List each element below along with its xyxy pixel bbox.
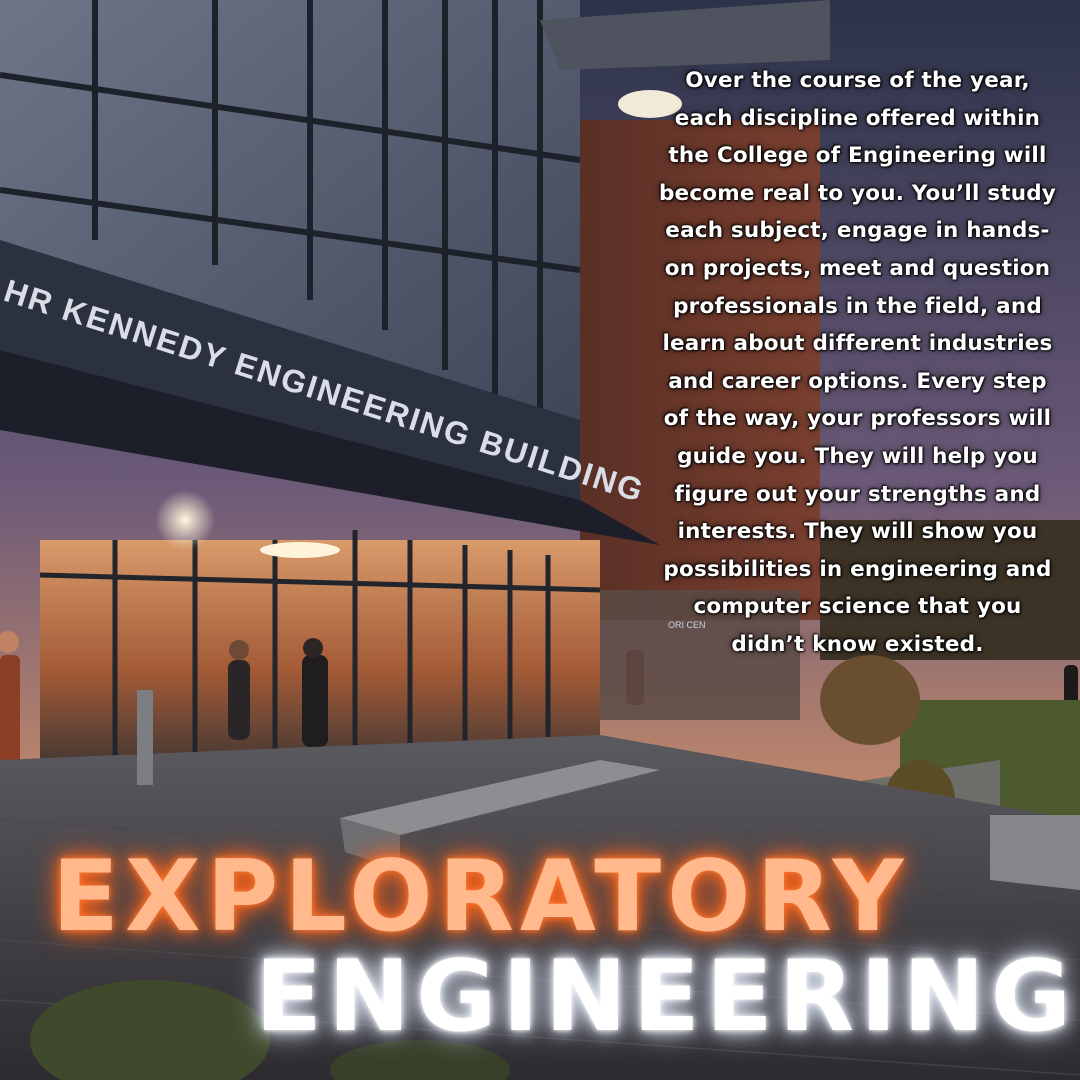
headline-line-2: ENGINEERING — [255, 940, 1078, 1054]
promo-graphic: HR KENNEDY ENGINEERING BUILDING ORI CEN … — [0, 0, 1080, 1080]
headline: EXPLORATORY ENGINEERING — [0, 0, 1080, 1080]
headline-line-1: EXPLORATORY — [52, 840, 910, 954]
